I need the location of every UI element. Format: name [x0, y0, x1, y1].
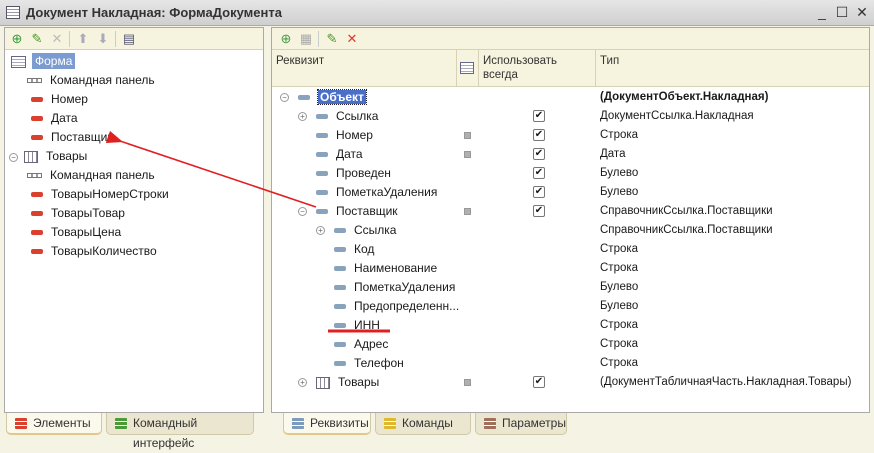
annotation-arrow: [105, 130, 317, 208]
annotation-overlay: [105, 130, 390, 333]
